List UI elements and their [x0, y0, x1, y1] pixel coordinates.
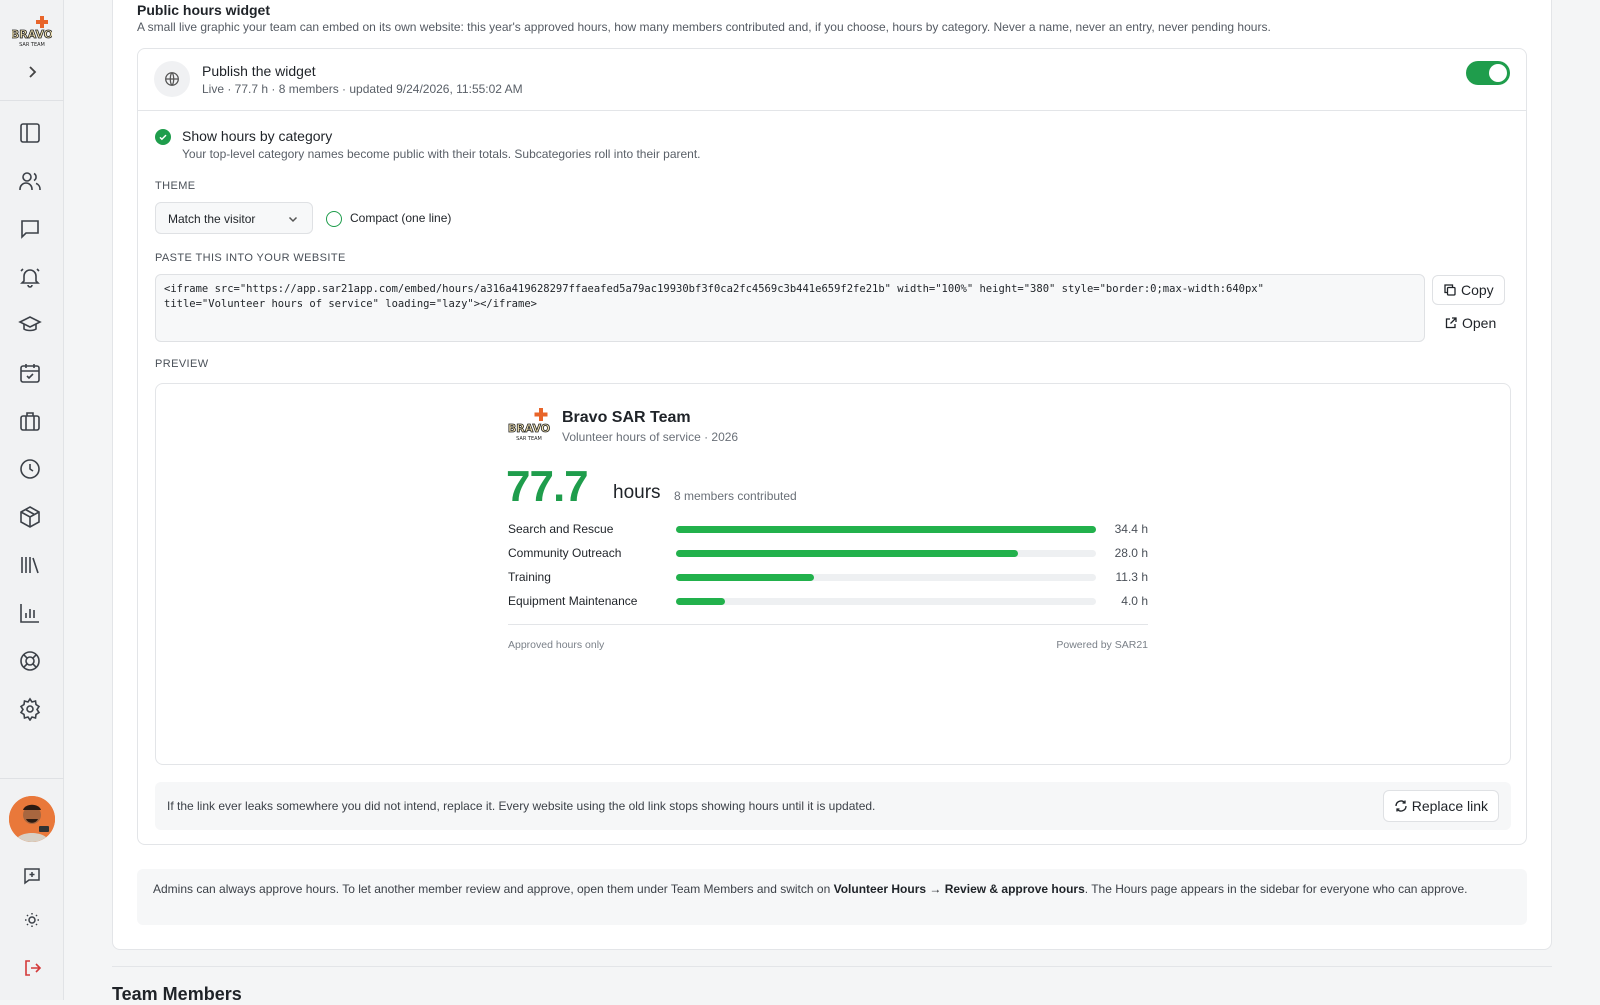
- note-emphasis: Volunteer Hours → Review & approve hours: [833, 882, 1085, 896]
- category-name: Community Outreach: [508, 546, 622, 560]
- theme-select[interactable]: Match the visitor: [155, 202, 313, 234]
- copy-label: Copy: [1461, 282, 1494, 298]
- category-bar: [676, 526, 1096, 533]
- gear-icon[interactable]: [18, 697, 42, 722]
- open-label: Open: [1462, 315, 1497, 331]
- publish-status: Live · 77.7 h · 8 members · updated 9/24…: [202, 82, 523, 96]
- embed-code-textarea[interactable]: <iframe src="https://app.sar21app.com/em…: [155, 274, 1425, 342]
- replace-link-description: If the link ever leaks somewhere you did…: [167, 799, 876, 813]
- preview-powered-by: Powered by SAR21: [1056, 639, 1148, 651]
- users-icon[interactable]: [18, 169, 42, 193]
- svg-text:SAR TEAM: SAR TEAM: [516, 436, 542, 442]
- open-button[interactable]: Open: [1444, 315, 1496, 331]
- feedback-icon[interactable]: [22, 866, 42, 886]
- preview-label: PREVIEW: [155, 358, 209, 370]
- replace-link-label: Replace link: [1411, 798, 1488, 814]
- sidebar: BRAVO SAR TEAM: [0, 0, 64, 1000]
- note-text: Admins can always approve hours. To let …: [153, 882, 834, 896]
- team-logo: BRAVO SAR TEAM: [508, 408, 550, 442]
- briefcase-icon[interactable]: [18, 409, 42, 433]
- sidebar-divider: [0, 100, 64, 101]
- team-logo[interactable]: BRAVO SAR TEAM: [12, 16, 52, 48]
- compact-label: Compact (one line): [350, 211, 452, 225]
- preview-members: 8 members contributed: [674, 489, 797, 503]
- category-name: Equipment Maintenance: [508, 594, 638, 608]
- category-hours: 28.0 h: [1114, 546, 1148, 560]
- theme-label: THEME: [155, 180, 196, 192]
- preview-subtitle: Volunteer hours of service · 2026: [562, 430, 739, 444]
- publish-title: Publish the widget: [202, 63, 316, 79]
- category-row: Equipment Maintenance 4.0 h: [508, 594, 1148, 610]
- section-divider: [112, 966, 1552, 967]
- preview-team-name: Bravo SAR Team: [562, 409, 691, 426]
- category-bar-track: [676, 574, 1096, 581]
- category-row: Search and Rescue 34.4 h: [508, 522, 1148, 538]
- globe-icon: [154, 61, 190, 97]
- logout-icon[interactable]: [22, 958, 42, 978]
- theme-select-value: Match the visitor: [168, 212, 256, 226]
- category-bar: [676, 574, 814, 581]
- section-title: Public hours widget: [137, 2, 271, 18]
- compact-checkbox[interactable]: [326, 211, 342, 227]
- panel-icon[interactable]: [18, 121, 42, 145]
- preview-unit: hours: [613, 482, 661, 503]
- preview-total-hours: 77.7: [506, 462, 589, 511]
- refresh-icon: [1395, 800, 1407, 812]
- sun-icon[interactable]: [22, 910, 42, 930]
- category-bar-track: [676, 598, 1096, 605]
- note-text-end: . The Hours page appears in the sidebar …: [1084, 882, 1468, 896]
- approval-note: Admins can always approve hours. To let …: [137, 869, 1527, 925]
- widget-preview: BRAVO SAR TEAM Bravo SAR Team Volunteer …: [155, 383, 1511, 765]
- preview-footer-note: Approved hours only: [508, 639, 605, 651]
- replace-link-button[interactable]: Replace link: [1382, 790, 1499, 822]
- graduation-icon[interactable]: [18, 313, 42, 337]
- preview-divider: [508, 624, 1148, 625]
- copy-icon: [1444, 284, 1456, 296]
- message-icon[interactable]: [18, 217, 42, 241]
- category-bar: [676, 598, 725, 605]
- category-bar-track: [676, 550, 1096, 557]
- clock-icon[interactable]: [18, 457, 42, 481]
- library-icon[interactable]: [18, 553, 42, 577]
- avatar[interactable]: [9, 796, 55, 842]
- team-members-heading: Team Members: [112, 984, 242, 1004]
- copy-button[interactable]: Copy: [1432, 275, 1505, 305]
- category-hours: 4.0 h: [1121, 594, 1148, 608]
- embed-label: PASTE THIS INTO YOUR WEBSITE: [155, 252, 346, 264]
- svg-text:BRAVO: BRAVO: [508, 422, 550, 435]
- svg-text:BRAVO: BRAVO: [12, 28, 52, 41]
- category-bar-track: [676, 526, 1096, 533]
- show-category-description: Your top-level category names become pub…: [182, 147, 701, 161]
- show-category-label: Show hours by category: [182, 128, 333, 144]
- external-link-icon: [1445, 317, 1457, 329]
- section-description: A small live graphic your team can embed…: [137, 20, 1271, 34]
- sidebar-divider: [0, 778, 64, 779]
- category-hours: 11.3 h: [1115, 570, 1148, 584]
- expand-sidebar-icon[interactable]: [22, 62, 42, 82]
- category-hours: 34.4 h: [1114, 522, 1148, 536]
- category-row: Community Outreach 28.0 h: [508, 546, 1148, 562]
- lifebuoy-icon[interactable]: [18, 649, 42, 673]
- package-icon[interactable]: [18, 505, 42, 529]
- bell-icon[interactable]: [18, 265, 42, 289]
- replace-link-row: If the link ever leaks somewhere you did…: [155, 782, 1511, 830]
- category-name: Search and Rescue: [508, 522, 614, 536]
- show-category-checkbox[interactable]: [155, 129, 171, 145]
- publish-row: Publish the widget Live · 77.7 h · 8 mem…: [138, 49, 1526, 111]
- chevron-down-icon: [288, 216, 298, 223]
- category-name: Training: [508, 570, 551, 584]
- publish-toggle[interactable]: [1466, 61, 1510, 85]
- category-bar: [676, 550, 1018, 557]
- calendar-check-icon[interactable]: [18, 361, 42, 385]
- widget-card: Publish the widget Live · 77.7 h · 8 mem…: [137, 48, 1527, 845]
- bar-chart-icon[interactable]: [18, 601, 42, 625]
- svg-text:SAR TEAM: SAR TEAM: [19, 42, 45, 48]
- category-row: Training 11.3 h: [508, 570, 1148, 586]
